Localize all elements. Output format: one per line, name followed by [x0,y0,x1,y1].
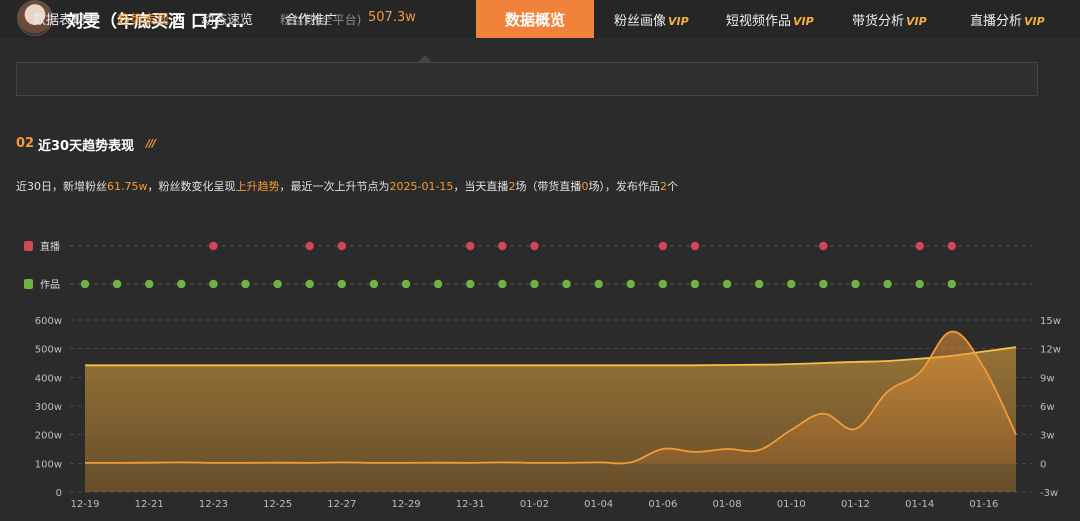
works-event-dot [658,279,668,289]
works-event-dot [433,279,443,289]
y-right-tick-label: 3w [1040,431,1055,442]
x-tick-label: 12-31 [456,499,485,510]
works-event-dot [626,279,635,289]
y-left-tick-label: 500w [35,345,62,356]
live-event-dot [915,241,924,251]
live-icon [24,241,33,251]
x-tick-label: 01-12 [841,499,870,510]
works-event-dot [466,279,475,289]
live-event-dot [530,241,539,251]
row-label: 作品 [40,279,60,291]
works-event-dot [754,279,764,289]
x-tick-label: 01-02 [520,499,549,510]
works-event-dot [594,279,603,289]
x-tick-label: 01-06 [648,499,677,510]
works-event-dot [947,279,956,289]
x-tick-label: 12-25 [263,499,292,510]
works-event-dot [177,279,186,289]
x-tick-label: 01-04 [584,499,613,510]
works-event-dot [722,279,732,289]
live-event-dot [819,241,828,251]
y-right-tick-label: 9w [1040,373,1055,384]
works-event-dot [498,279,507,289]
x-tick-label: 01-16 [969,499,998,510]
works-event-dot [787,279,796,289]
works-event-dot [145,279,154,289]
works-event-dot [530,279,539,289]
row-label: 直播 [40,240,60,253]
y-left-tick-label: 400w [35,373,62,384]
works-event-dot [273,279,282,289]
works-event-dot [915,279,924,289]
works-event-dot [369,279,379,289]
y-left-tick-label: 300w [35,402,62,413]
live-event-dot [466,241,475,251]
x-tick-label: 01-10 [777,499,806,510]
live-event-dot [690,241,700,251]
live-event-dot [337,241,347,251]
works-event-dot [209,279,218,289]
works-event-dot [883,279,892,289]
works-event-dot [305,279,314,289]
x-tick-label: 01-08 [713,499,742,510]
works-event-dot [241,279,250,289]
x-tick-label: 12-19 [70,499,99,510]
works-event-dot [401,279,411,289]
live-event-dot [658,241,668,251]
works-event-dot [819,279,828,289]
x-tick-label: 12-23 [199,499,228,510]
live-event-dot [498,241,507,251]
y-right-tick-label: 6w [1040,402,1055,413]
works-event-dot [562,279,571,289]
live-event-dot [209,241,218,251]
works-event-dot [80,279,90,289]
y-left-tick-label: 100w [35,459,62,470]
works-event-dot [690,279,700,289]
x-tick-label: 12-27 [327,499,356,510]
works-icon [24,279,33,289]
y-right-tick-label: 15w [1040,316,1061,327]
y-right-tick-label: 12w [1040,345,1061,356]
works-event-dot [337,279,347,289]
x-tick-label: 12-29 [392,499,421,510]
x-tick-label: 12-21 [135,499,164,510]
y-right-tick-label: -3w [1040,488,1058,499]
trend-chart[interactable]: 直播作品 0 100w 200w 300w 400w 500w 600w -3w 0 3w 6w 9w 1… [0,0,1080,521]
works-event-dot [851,279,860,289]
x-tick-label: 01-14 [905,499,934,510]
works-event-dot [112,279,122,289]
y-right-tick-label: 0 [1040,459,1046,470]
y-left-tick-label: 200w [35,431,62,442]
live-event-dot [305,241,314,251]
y-left-tick-label: 0 [56,488,62,499]
live-event-dot [947,241,956,251]
y-left-tick-label: 600w [35,316,62,327]
